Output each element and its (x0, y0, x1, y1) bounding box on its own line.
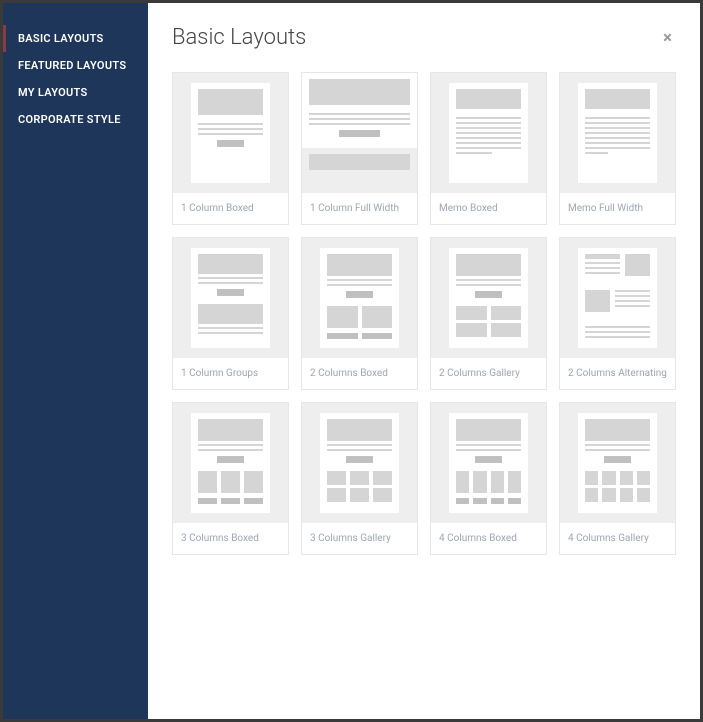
layout-thumbnail (431, 238, 546, 358)
layout-label: 2 Columns Boxed (302, 358, 417, 389)
sidebar-item-corporate-style[interactable]: CORPORATE STYLE (3, 106, 148, 133)
layout-label: 4 Columns Gallery (560, 523, 675, 554)
layout-label: 1 Column Full Width (302, 193, 417, 224)
layout-thumbnail (173, 73, 288, 193)
layout-card-2-columns-alternating[interactable]: 2 Columns Alternating (559, 237, 676, 390)
layout-thumbnail (431, 403, 546, 523)
main-panel: Basic Layouts × 1 Column Boxed (148, 3, 700, 719)
layout-label: Memo Boxed (431, 193, 546, 224)
layout-thumbnail (560, 73, 675, 193)
sidebar: BASIC LAYOUTS FEATURED LAYOUTS MY LAYOUT… (3, 3, 148, 719)
close-button[interactable]: × (659, 26, 676, 50)
layout-card-1-column-full-width[interactable]: 1 Column Full Width (301, 72, 418, 225)
layout-label: 1 Column Groups (173, 358, 288, 389)
layout-label: 2 Columns Alternating (560, 358, 675, 389)
layout-thumbnail (173, 238, 288, 358)
layout-label: 3 Columns Gallery (302, 523, 417, 554)
dialog-frame: BASIC LAYOUTS FEATURED LAYOUTS MY LAYOUT… (3, 3, 700, 719)
layout-card-memo-full-width[interactable]: Memo Full Width (559, 72, 676, 225)
header: Basic Layouts × (172, 25, 676, 50)
layout-card-4-columns-gallery[interactable]: 4 Columns Gallery (559, 402, 676, 555)
layout-label: 1 Column Boxed (173, 193, 288, 224)
sidebar-item-my-layouts[interactable]: MY LAYOUTS (3, 79, 148, 106)
layout-thumbnail (560, 238, 675, 358)
layout-grid: 1 Column Boxed (172, 72, 676, 555)
layout-thumbnail (173, 403, 288, 523)
layout-card-1-column-groups[interactable]: 1 Column Groups (172, 237, 289, 390)
layout-card-1-column-boxed[interactable]: 1 Column Boxed (172, 72, 289, 225)
layout-label: 3 Columns Boxed (173, 523, 288, 554)
layout-card-memo-boxed[interactable]: Memo Boxed (430, 72, 547, 225)
layout-thumbnail (302, 403, 417, 523)
layout-label: Memo Full Width (560, 193, 675, 224)
layout-card-4-columns-boxed[interactable]: 4 Columns Boxed (430, 402, 547, 555)
sidebar-item-basic-layouts[interactable]: BASIC LAYOUTS (3, 25, 148, 52)
layout-card-2-columns-boxed[interactable]: 2 Columns Boxed (301, 237, 418, 390)
layout-card-2-columns-gallery[interactable]: 2 Columns Gallery (430, 237, 547, 390)
page-title: Basic Layouts (172, 25, 306, 50)
layout-thumbnail (302, 238, 417, 358)
layout-thumbnail (431, 73, 546, 193)
sidebar-item-featured-layouts[interactable]: FEATURED LAYOUTS (3, 52, 148, 79)
layout-thumbnail (302, 73, 417, 193)
layout-label: 2 Columns Gallery (431, 358, 546, 389)
layout-card-3-columns-boxed[interactable]: 3 Columns Boxed (172, 402, 289, 555)
layout-label: 4 Columns Boxed (431, 523, 546, 554)
layout-thumbnail (560, 403, 675, 523)
layout-card-3-columns-gallery[interactable]: 3 Columns Gallery (301, 402, 418, 555)
